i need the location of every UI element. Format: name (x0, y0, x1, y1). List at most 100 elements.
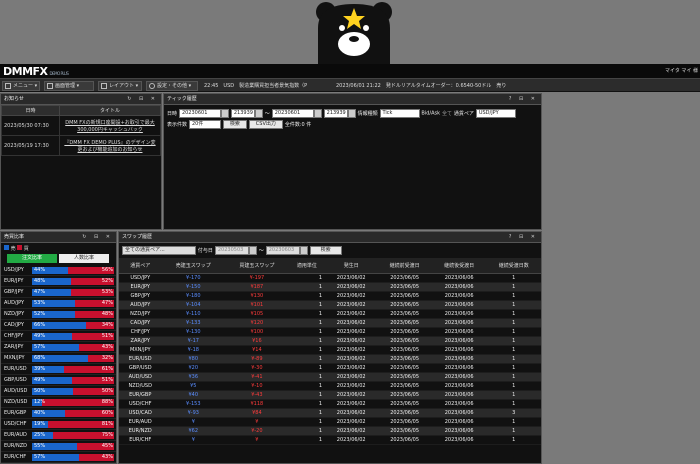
ratio-pair: ZAR/JPY (4, 344, 24, 350)
swap-cell-post: 2023/06/06 (431, 408, 487, 418)
swap-row[interactable]: AUD/JPY ¥-104 ¥101 1 2023/06/02 2023/06/05 202… (119, 300, 541, 310)
swap-row[interactable]: EUR/USD ¥80 ¥-89 1 2023/06/02 2023/06/05 2023/… (119, 354, 541, 364)
csv-export-button[interactable]: CSV出力 (248, 120, 283, 129)
swap-from-date[interactable]: 20230503 (214, 246, 249, 255)
ratio-buy-pct: 49% (34, 333, 46, 339)
tab-people-ratio[interactable]: 人数比率 (59, 254, 109, 263)
swap-cell-buy: ¥118 (225, 399, 289, 409)
panel-controls[interactable]: ↻ ⊟ ✕ (82, 232, 113, 242)
ratio-pair: EUR/GBP (4, 410, 27, 416)
ratio-buy-pct: 39% (34, 366, 46, 372)
swap-cell-date: 2023/06/02 (325, 291, 378, 301)
ratio-buy-pct: 68% (34, 355, 46, 361)
swap-row[interactable]: USD/JPY ¥-170 ¥-197 1 2023/06/02 2023/06/05 20… (119, 273, 541, 283)
calendar-icon[interactable] (248, 246, 257, 255)
swap-cell-date: 2023/06/02 (325, 381, 378, 391)
ratio-pair: NZD/JPY (4, 311, 25, 317)
time-stepper-icon[interactable] (254, 109, 263, 118)
menu-button[interactable]: メニュー ▾ (2, 81, 40, 91)
swap-row[interactable]: AUD/USD ¥36 ¥-41 1 2023/06/02 2023/06/05 2023/… (119, 372, 541, 382)
swap-row[interactable]: EUR/NZD ¥62 ¥-20 1 2023/06/02 2023/06/05 2023/… (119, 426, 541, 436)
to-date-field[interactable]: 20230601 (271, 109, 314, 118)
pair-select[interactable]: USD/JPY (475, 109, 516, 118)
calendar-icon[interactable] (299, 246, 308, 255)
ratio-sell-pct: 81% (101, 421, 113, 427)
ratio-pair: EUR/AUD (4, 432, 27, 438)
ratio-pair: CHF/JPY (4, 333, 24, 339)
news-link[interactable]: 『DMM FX DEMO PLUS』のデザイン変更および機能追加のお知らせ (59, 135, 161, 156)
ratio-row: AUD/JPY 53% 47% (1, 298, 116, 309)
settings-button[interactable]: 設定・その他 ▾ (146, 81, 198, 91)
ratio-sell-pct: 60% (101, 410, 113, 416)
calendar-icon[interactable] (220, 109, 229, 118)
swap-cell-date: 2023/06/02 (325, 408, 378, 418)
swap-to-date[interactable]: 20230603 (265, 246, 300, 255)
from-date-field[interactable]: 20230601 (178, 109, 221, 118)
news-row[interactable]: 2023/05/19 17:30 『DMM FX DEMO PLUS』のデザイン… (1, 135, 161, 156)
swap-row[interactable]: ZAR/JPY ¥-17 ¥16 1 2023/06/02 2023/06/05 2023/… (119, 336, 541, 346)
swap-cell-post: 2023/06/06 (431, 282, 487, 292)
swap-cell-days: 1 (486, 282, 541, 292)
swap-cell-buy: ¥-10 (225, 381, 289, 391)
ratio-legend: 売 買 (1, 243, 116, 253)
swap-history-panel: スワップ履歴 ? ⊟ ✕ 全ての通貨ペア... 付与日 20230503 〜 2… (118, 231, 542, 464)
swap-cell-buy: ¥187 (225, 282, 289, 292)
swap-cell-days: 1 (486, 336, 541, 346)
news-link[interactable]: DMM FXの新規口座開設+お取引で最大300,000円キャッシュバック (59, 115, 161, 136)
swap-row[interactable]: EUR/JPY ¥-150 ¥187 1 2023/06/02 2023/06/05 202… (119, 282, 541, 292)
swap-cell-buy: ¥ (225, 435, 289, 445)
swap-cell-post: 2023/06/06 (431, 381, 487, 391)
tab-order-ratio[interactable]: 注文比率 (7, 254, 57, 263)
time-stepper-icon[interactable] (347, 109, 356, 118)
news-row[interactable]: 2023/05/30 07:30 DMM FXの新規口座開設+お取引で最大300… (1, 115, 161, 136)
swap-row[interactable]: GBP/JPY ¥-180 ¥130 1 2023/06/02 2023/06/05 202… (119, 291, 541, 301)
panel-controls[interactable]: ? ⊟ ✕ (509, 232, 538, 242)
to-time-field[interactable]: 213939 (323, 109, 348, 118)
ratio-pair: USD/JPY (4, 267, 24, 273)
swap-cell-pre: 2023/06/05 (377, 354, 432, 364)
swap-row[interactable]: EUR/GBP ¥40 ¥-43 1 2023/06/02 2023/06/05 2023/… (119, 390, 541, 400)
panel-controls[interactable]: ? ⊟ ✕ (509, 94, 538, 104)
ratio-row: CHF/JPY 49% 51% (1, 331, 116, 342)
swap-cell-pre: 2023/06/05 (377, 300, 432, 310)
ratio-sell-pct: 75% (101, 432, 113, 438)
swap-pair-select[interactable]: 全ての通貨ペア... (122, 246, 196, 255)
panel-controls[interactable]: ↻ ⊟ ✕ (127, 94, 158, 104)
swap-cell-pre: 2023/06/05 (377, 309, 432, 319)
swap-row[interactable]: USD/CAD ¥-93 ¥84 1 2023/06/02 2023/06/05 2023/… (119, 408, 541, 418)
search-button[interactable]: 検索 (222, 120, 247, 129)
swap-cell-buy: ¥101 (225, 300, 289, 310)
ratio-pair: NZD/USD (4, 399, 28, 405)
swap-cell-unit: 1 (288, 318, 326, 328)
bidask-select[interactable]: 全て (442, 111, 452, 117)
screen-manage-button[interactable]: 画面管理 ▾ (44, 81, 94, 91)
swap-cell-pair: NZD/USD (119, 381, 162, 391)
swap-cell-sell: ¥-110 (161, 309, 226, 319)
swap-row[interactable]: GBP/USD ¥20 ¥-30 1 2023/06/02 2023/06/05 2023/… (119, 363, 541, 373)
calendar-icon[interactable] (313, 109, 322, 118)
swap-row[interactable]: EUR/CHF ¥ ¥1 2023/06/02 2023/06/05 2023/06/06… (119, 435, 541, 445)
count-select[interactable]: 20件 (188, 120, 221, 129)
swap-row[interactable]: CHF/JPY ¥-130 ¥100 1 2023/06/02 2023/06/05 202… (119, 327, 541, 337)
layout-icon (101, 83, 107, 89)
swap-cell-pre: 2023/06/05 (377, 372, 432, 382)
swap-cell-days: 1 (486, 354, 541, 364)
swap-row[interactable]: USD/CHF ¥-153 ¥118 1 2023/06/02 2023/06/05 202… (119, 399, 541, 409)
swap-cell-pre: 2023/06/05 (377, 345, 432, 355)
swap-row[interactable]: NZD/JPY ¥-110 ¥105 1 2023/06/02 2023/06/05 202… (119, 309, 541, 319)
swap-row[interactable]: NZD/USD ¥5 ¥-10 1 2023/06/02 2023/06/05 2023/0… (119, 381, 541, 391)
ratio-sell-pct: 43% (101, 454, 113, 460)
swap-cell-unit: 1 (288, 417, 326, 427)
swap-cell-post: 2023/06/06 (431, 300, 487, 310)
from-time-field[interactable]: 213939 (230, 109, 255, 118)
swap-row[interactable]: CAD/JPY ¥-133 ¥120 1 2023/06/02 2023/06/05 202… (119, 318, 541, 328)
swap-row[interactable]: EUR/AUD ¥ ¥1 2023/06/02 2023/06/05 2023/06/06… (119, 417, 541, 427)
swap-row[interactable]: MXN/JPY ¥-18 ¥14 1 2023/06/02 2023/06/05 2023/… (119, 345, 541, 355)
swap-cell-date: 2023/06/02 (325, 318, 378, 328)
info-type-select[interactable]: Tick (379, 109, 420, 118)
swap-search-button[interactable]: 検索 (309, 246, 342, 255)
swap-cell-buy: ¥105 (225, 309, 289, 319)
ratio-pair: GBP/USD (4, 377, 27, 383)
layout-button[interactable]: レイアウト ▾ (98, 81, 142, 91)
ratio-pair: USD/CHF (4, 421, 27, 427)
